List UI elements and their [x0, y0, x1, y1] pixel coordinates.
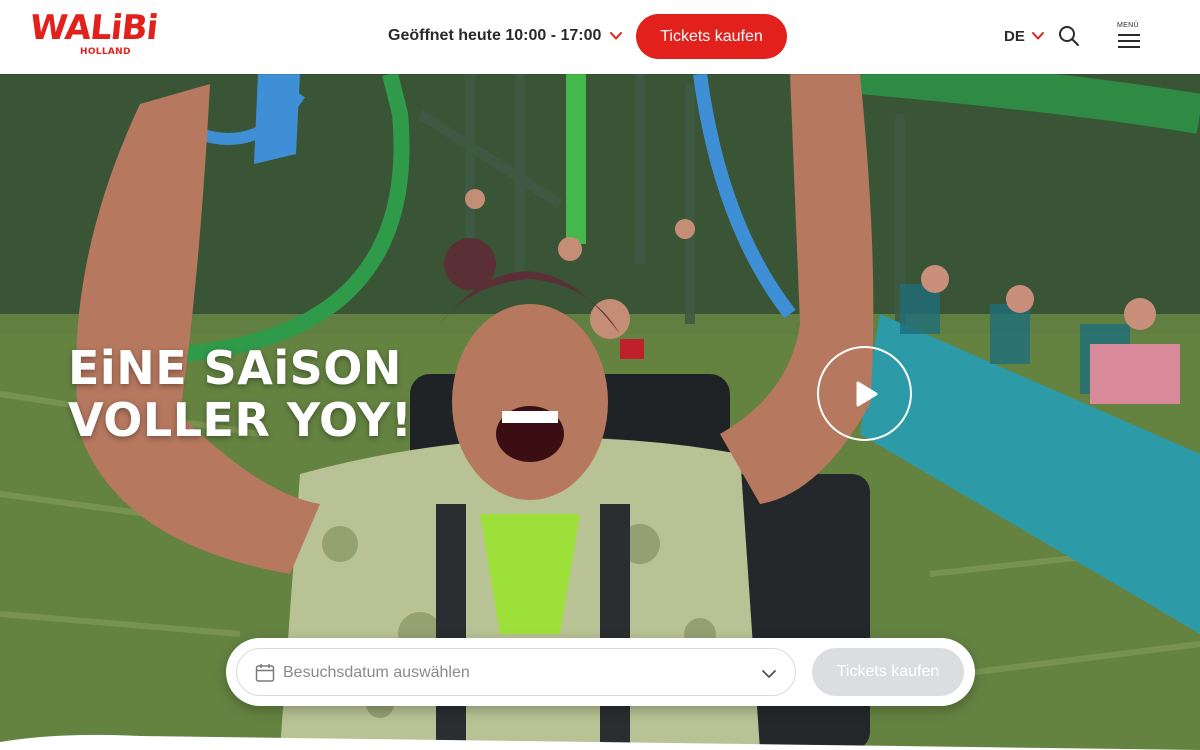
logo-wordmark: WALiBi [27, 8, 160, 48]
language-label: DE [1004, 27, 1025, 45]
hero-headline: EiNE SAiSON VOLLER YOY! [68, 342, 448, 446]
menu-button[interactable]: MENÜ [1116, 22, 1142, 50]
walibi-logo[interactable]: WALiBi HOLLAND [27, 8, 172, 60]
hero-section: EiNE SAiSON VOLLER YOY! Besuchsdatum aus… [0, 74, 1200, 750]
language-selector[interactable]: DE [1004, 24, 1045, 48]
site-header: WALiBi HOLLAND Geöffnet heute 10:00 - 17… [0, 0, 1200, 74]
visit-date-select[interactable]: Besuchsdatum auswählen [236, 648, 796, 696]
hero-headline-line1: EiNE SAiSON [68, 341, 402, 395]
chevron-down-icon [1031, 32, 1044, 40]
buy-tickets-button[interactable]: Tickets kaufen [636, 14, 787, 59]
buy-tickets-submit-button[interactable]: Tickets kaufen [812, 648, 964, 696]
play-video-button[interactable] [817, 346, 912, 441]
ticket-booking-bar: Besuchsdatum auswählen Tickets kaufen [226, 638, 975, 706]
visit-date-placeholder: Besuchsdatum auswählen [283, 664, 470, 681]
calendar-icon [255, 664, 275, 682]
hero-headline-line2: VOLLER YOY! [68, 393, 413, 447]
chevron-down-icon [762, 670, 776, 678]
search-icon[interactable] [1058, 25, 1080, 47]
menu-label: MENÜ [1117, 22, 1139, 29]
chevron-down-icon [610, 32, 623, 40]
opening-hours-dropdown[interactable]: Geöffnet heute 10:00 - 17:00 [388, 24, 623, 48]
play-icon [856, 381, 877, 406]
logo-subtitle: HOLLAND [80, 47, 131, 57]
opening-hours-label: Geöffnet heute 10:00 - 17:00 [388, 27, 602, 44]
section-divider-curve [0, 734, 1200, 750]
